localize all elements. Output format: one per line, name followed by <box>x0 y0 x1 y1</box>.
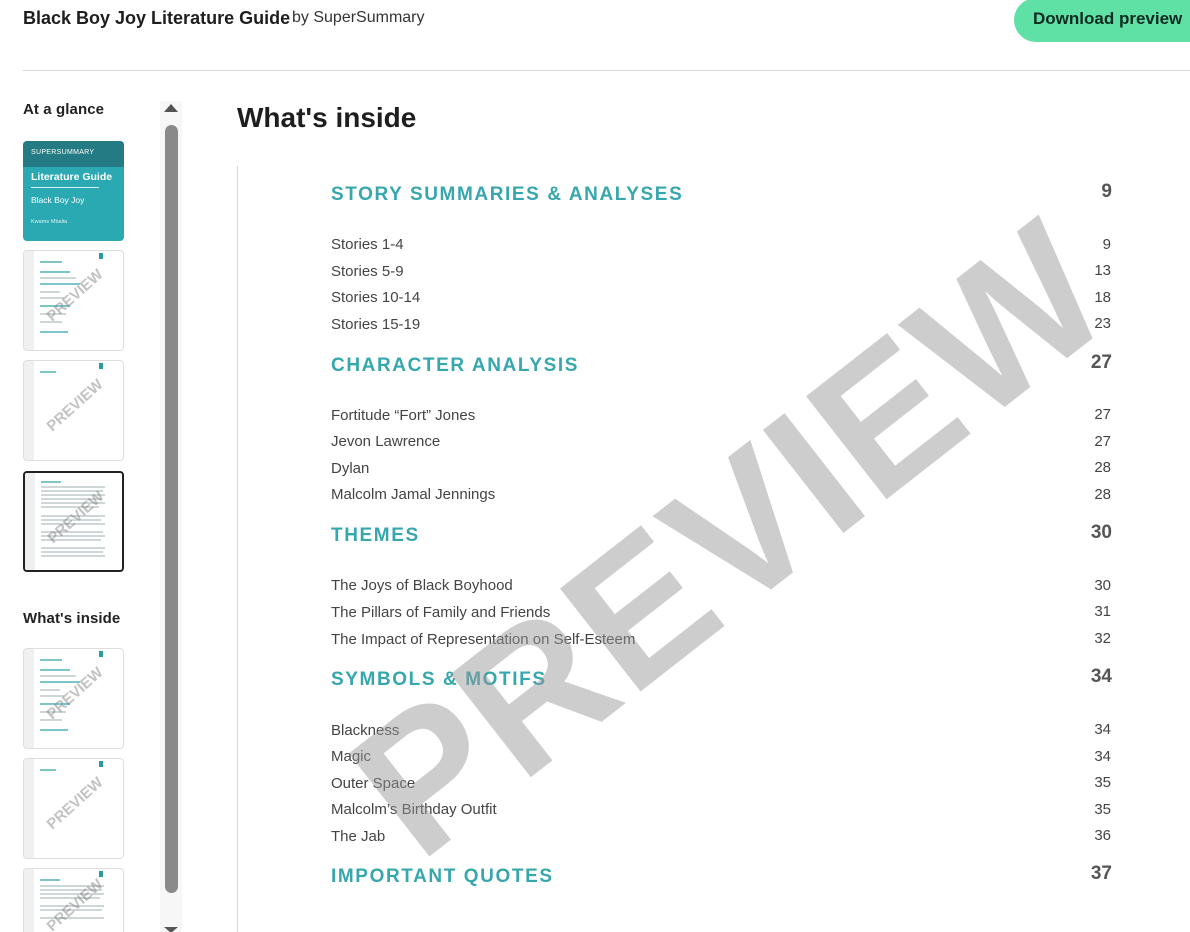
cover-guide-label: Literature Guide <box>31 171 113 183</box>
toc-item[interactable]: Stories 15-19 <box>331 316 420 333</box>
thumb-watermark: PREVIEW <box>44 488 108 547</box>
thumb-watermark: PREVIEW <box>43 664 107 723</box>
thumb-line <box>41 481 61 483</box>
scroll-up-arrow-icon[interactable] <box>164 104 178 112</box>
thumb-margin <box>24 759 34 858</box>
toc-item[interactable]: The Joys of Black Boyhood <box>331 577 513 594</box>
toc-item[interactable]: The Impact of Representation on Self-Est… <box>331 631 635 648</box>
at-a-glance-label: At a glance <box>23 101 105 118</box>
thumb-line <box>40 669 70 671</box>
thumb-line <box>40 879 60 881</box>
toc-item[interactable]: Blackness <box>331 722 399 739</box>
toc-item-page: 35 <box>1094 774 1111 791</box>
toc-item-page: 9 <box>1102 236 1111 253</box>
thumb-margin <box>24 649 34 748</box>
thumb-line <box>40 729 68 731</box>
toc-item-page: 28 <box>1094 486 1111 503</box>
toc-section-title[interactable]: STORY SUMMARIES & ANALYSES <box>331 184 683 206</box>
toc-item-page: 23 <box>1094 315 1111 332</box>
toc-item-page: 27 <box>1094 406 1111 423</box>
toc-section-page: 30 <box>1090 522 1112 543</box>
toc-item[interactable]: Magic <box>331 748 371 765</box>
thumb-margin <box>24 361 34 460</box>
cover-book-title: Black Boy Joy <box>31 195 85 205</box>
page-thumbnail[interactable]: PREVIEW <box>23 360 124 461</box>
toc-frame-border <box>237 166 238 932</box>
cover-divider <box>31 187 99 188</box>
thumb-line <box>40 689 60 691</box>
page-thumbnail[interactable]: PREVIEW <box>23 868 124 932</box>
whats-inside-label: What's inside <box>23 610 121 627</box>
toc-section-page: 27 <box>1090 352 1112 373</box>
download-preview-button[interactable]: Download preview <box>1014 0 1190 42</box>
thumb-line <box>40 371 56 373</box>
toc-section-title[interactable]: SYMBOLS & MOTIFS <box>331 669 547 691</box>
toc-item-page: 30 <box>1094 577 1111 594</box>
toc-item[interactable]: Malcolm Jamal Jennings <box>331 486 495 503</box>
toc-item[interactable]: The Pillars of Family and Friends <box>331 604 550 621</box>
thumb-margin <box>24 251 34 350</box>
thumb-line <box>41 555 105 557</box>
scrollbar-thumb[interactable] <box>165 125 178 893</box>
thumb-line <box>40 261 62 263</box>
toc-item-page: 34 <box>1094 748 1111 765</box>
thumb-line <box>40 277 76 279</box>
toc-item-page: 18 <box>1094 289 1111 306</box>
toc-item[interactable]: Stories 1-4 <box>331 236 404 253</box>
toc-item-page: 28 <box>1094 459 1111 476</box>
thumb-watermark: PREVIEW <box>43 376 107 435</box>
toc-item[interactable]: Stories 10-14 <box>331 289 420 306</box>
thumb-margin <box>24 869 34 932</box>
toc-item-page: 36 <box>1094 827 1111 844</box>
thumb-watermark: PREVIEW <box>43 774 107 833</box>
page-thumbnail[interactable]: PREVIEW <box>23 250 124 351</box>
thumb-line <box>40 331 68 333</box>
toc-item-page: 35 <box>1094 801 1111 818</box>
toc-item-page: 31 <box>1094 603 1111 620</box>
toc-section-page: 9 <box>1101 181 1112 202</box>
toc-item[interactable]: Jevon Lawrence <box>331 433 440 450</box>
header-divider <box>23 70 1190 71</box>
toc-item-page: 34 <box>1094 721 1111 738</box>
toc-item[interactable]: Outer Space <box>331 775 415 792</box>
page-thumbnail[interactable]: PREVIEW <box>23 758 124 859</box>
toc-item[interactable]: Dylan <box>331 460 369 477</box>
byline: by SuperSummary <box>292 9 425 26</box>
toc-item[interactable]: Stories 5-9 <box>331 263 404 280</box>
page-title: What's inside <box>237 102 417 133</box>
thumb-line <box>40 769 56 771</box>
page-thumbnail-active[interactable]: PREVIEW <box>23 471 124 572</box>
toc-item-page: 27 <box>1094 433 1111 450</box>
thumbnail-sidebar: At a glance SUPERSUMMARY Literature Guid… <box>0 71 190 932</box>
thumb-line <box>40 659 62 661</box>
toc-item-page: 13 <box>1094 262 1111 279</box>
scroll-down-arrow-icon[interactable] <box>164 927 178 932</box>
toc-section-page: 37 <box>1090 863 1112 884</box>
page-thumbnail[interactable]: PREVIEW <box>23 648 124 749</box>
brand-logo: SUPERSUMMARY <box>31 149 95 156</box>
toc-section-title[interactable]: IMPORTANT QUOTES <box>331 866 554 888</box>
thumb-watermark: PREVIEW <box>43 266 107 325</box>
cover-author: Kwame Mbalia <box>31 219 68 225</box>
page-header: Black Boy Joy Literature Guide by SuperS… <box>0 0 1190 71</box>
thumb-line <box>40 675 76 677</box>
toc-item-page: 32 <box>1094 630 1111 647</box>
thumb-line <box>40 271 70 273</box>
thumb-line <box>40 291 60 293</box>
toc-item[interactable]: Malcolm’s Birthday Outfit <box>331 801 497 818</box>
toc-item[interactable]: Fortitude “Fort” Jones <box>331 407 475 424</box>
toc-section-page: 34 <box>1090 666 1112 687</box>
cover-thumbnail[interactable]: SUPERSUMMARY Literature Guide Black Boy … <box>23 141 124 241</box>
thumb-margin <box>25 473 35 570</box>
guide-title: Black Boy Joy Literature Guide <box>23 8 291 28</box>
toc-section-title[interactable]: THEMES <box>331 525 420 547</box>
toc-item[interactable]: The Jab <box>331 828 385 845</box>
toc-section-title[interactable]: CHARACTER ANALYSIS <box>331 355 579 377</box>
preview-watermark: PREVIEW <box>314 181 1147 897</box>
